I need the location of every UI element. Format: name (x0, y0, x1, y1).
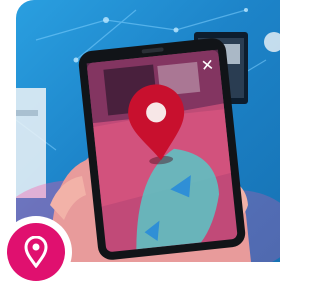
location-badge (0, 216, 72, 288)
badge-circle (7, 223, 65, 281)
map-pin-icon (24, 236, 48, 268)
